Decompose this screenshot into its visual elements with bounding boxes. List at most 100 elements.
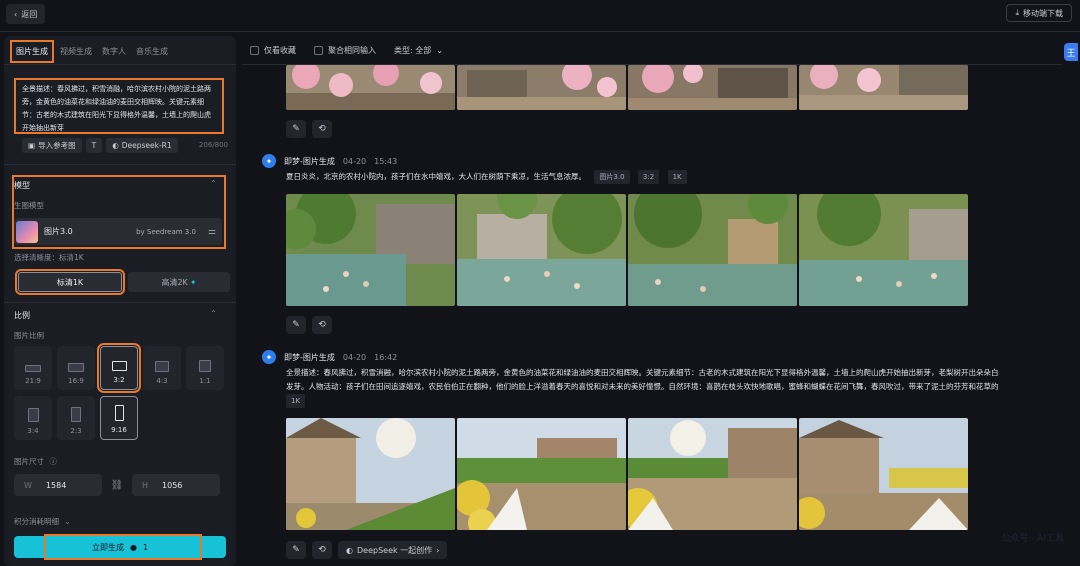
ratio-label: 21:9 (25, 377, 41, 385)
import-reference-button[interactable]: ▣ 导入参考图 (22, 137, 82, 153)
image-row-spring-top (286, 65, 968, 110)
regenerate-button[interactable]: ⟲ (312, 541, 332, 559)
whale-icon: ◐ (346, 545, 353, 555)
refresh-icon: ⟲ (318, 124, 326, 134)
ratio-9-16[interactable]: 9:16 (100, 396, 138, 440)
text-icon: T (91, 140, 97, 150)
regenerate-button[interactable]: ⟲ (312, 316, 332, 334)
text-format-button[interactable]: T (85, 137, 103, 153)
generate-cost: 1 (142, 542, 149, 552)
generated-image[interactable] (286, 418, 455, 530)
ratio-tag: 3:2 (637, 170, 660, 184)
ratio-4-3[interactable]: 4:3 (143, 346, 181, 390)
regenerate-button[interactable]: ⟲ (312, 120, 332, 138)
dreamina-logo-icon: ✦ (262, 350, 276, 364)
entry-prompt: 夏日炎炎，北京的农村小院内，孩子们在水中嬉戏，大人们在树荫下乘凉，生活气息浓厚。… (286, 170, 687, 184)
mobile-download-button[interactable]: ⤓ 移动端下载 (1006, 4, 1072, 22)
download-label: 移动端下载 (1023, 8, 1063, 18)
model-thumbnail (16, 220, 38, 243)
generated-image[interactable] (457, 65, 626, 110)
ratio-shape (199, 360, 211, 372)
collapse-model-icon[interactable]: ⌃ (210, 179, 217, 188)
chevron-down-icon: ⌄ (436, 45, 443, 55)
image-row-spring (286, 418, 968, 530)
generated-image[interactable] (799, 65, 968, 110)
ratio-shape (114, 405, 124, 421)
model-selector[interactable]: 图片3.0 by Seedream 3.0 ⚌ (14, 218, 222, 245)
import-reference-label: 导入参考图 (38, 140, 76, 150)
ratio-3-4[interactable]: 3:4 (14, 396, 52, 440)
ratio-1-1[interactable]: 1:1 (186, 346, 224, 390)
favorites-label: 仅看收藏 (264, 45, 296, 55)
deepseek-button[interactable]: ◐ Deepseek-R1 (106, 137, 178, 153)
tab-digital-human[interactable]: 数字人 (98, 42, 130, 61)
top-bar: ‹ 返回 ⤓ 移动端下载 (0, 0, 1080, 32)
edit-button[interactable]: ✎ (286, 316, 306, 334)
height-field[interactable]: H 1056 (132, 474, 220, 496)
collapse-ratio-icon[interactable]: ⌃ (210, 309, 217, 318)
width-value: 1584 (45, 480, 67, 490)
info-icon: ⓘ (49, 457, 57, 466)
generated-image[interactable] (628, 194, 797, 306)
link-icon[interactable]: ⛓ (110, 480, 124, 491)
points-label: 积分消耗明细 (14, 517, 59, 526)
type-dropdown[interactable]: 类型: 全部 ⌄ (394, 45, 443, 56)
tab-image[interactable]: 图片生成 (10, 39, 54, 63)
generated-image[interactable] (457, 418, 626, 530)
tab-music[interactable]: 音乐生成 (132, 42, 172, 61)
generation-panel: 图片生成 视频生成 数字人 音乐生成 全景描述：春风拂过，积雪消融，哈尔滨农村小… (4, 36, 236, 566)
ratio-16-9[interactable]: 16:9 (57, 346, 95, 390)
entry-time: 15:43 (374, 156, 398, 166)
deepseek-cocreate-button[interactable]: ◐ DeepSeek 一起创作 › (338, 541, 448, 559)
ratio-label: 9:16 (111, 426, 127, 434)
merge-filter[interactable]: 聚合相同输入 (314, 45, 376, 56)
resolution-toggle: 标清1K 高清2K ✦ (15, 269, 230, 295)
favorites-checkbox[interactable] (250, 45, 259, 55)
ratio-shape (71, 407, 81, 422)
favorites-filter[interactable]: 仅看收藏 (250, 45, 296, 56)
tab-video[interactable]: 视频生成 (56, 42, 96, 61)
model-section-title: 模型 (14, 181, 30, 190)
ratio-shape (111, 361, 127, 371)
res-standard-button[interactable]: 标清1K (15, 269, 125, 295)
prompt-input[interactable]: 全景描述：春风拂过，积雪消融，哈尔滨农村小院的泥土路两旁，金黄色的油菜花和绿油油… (14, 78, 224, 134)
chevron-down-icon: ⌄ (64, 517, 71, 526)
ratio-3-2[interactable]: 3:2 (97, 343, 141, 393)
edit-button[interactable]: ✎ (286, 541, 306, 559)
res-hd-label: 高清2K (161, 277, 188, 287)
entry-tags: 1K (286, 394, 306, 408)
settings-sliders-icon[interactable]: ⚌ (208, 227, 216, 237)
height-label: H (142, 480, 149, 490)
generated-image[interactable] (457, 194, 626, 306)
merge-checkbox[interactable] (314, 45, 323, 55)
back-button[interactable]: ‹ 返回 (6, 4, 46, 24)
points-detail[interactable]: 积分消耗明细 ⌄ (14, 516, 71, 527)
download-icon: ⤓ (1015, 8, 1019, 17)
width-field[interactable]: W 1584 (14, 474, 102, 496)
entry-date: 04-20 (342, 352, 367, 362)
res-hd-button[interactable]: 高清2K ✦ (128, 272, 230, 292)
edit-button[interactable]: ✎ (286, 120, 306, 138)
chevron-right-icon: › (436, 545, 440, 555)
back-label: 返回 (21, 9, 38, 19)
generated-image[interactable] (799, 194, 968, 306)
generated-image[interactable] (628, 65, 797, 110)
model-name: 图片3.0 (44, 227, 73, 236)
model-by: by Seedream 3.0 (136, 227, 196, 236)
assistant-badge[interactable]: 王 (1064, 43, 1078, 61)
generated-image[interactable] (286, 65, 455, 110)
entry-time: 16:42 (374, 352, 398, 362)
model-tag: 图片3.0 (594, 170, 630, 184)
ratio-21-9[interactable]: 21:9 (14, 346, 52, 390)
ratio-2-3[interactable]: 2:3 (57, 396, 95, 440)
generate-button[interactable]: 立即生成 ● 1 (14, 536, 226, 558)
generated-image[interactable] (628, 418, 797, 530)
image-icon: ▣ (28, 140, 36, 150)
watermark: 公众号 · AI工具 (1001, 534, 1064, 544)
filter-bar: 仅看收藏 聚合相同输入 类型: 全部 ⌄ (250, 40, 443, 60)
generated-image[interactable] (799, 418, 968, 530)
type-label: 类型: 全部 (394, 45, 432, 55)
generated-image[interactable] (286, 194, 455, 306)
section-divider (4, 302, 236, 303)
pencil-icon: ✎ (292, 320, 300, 330)
